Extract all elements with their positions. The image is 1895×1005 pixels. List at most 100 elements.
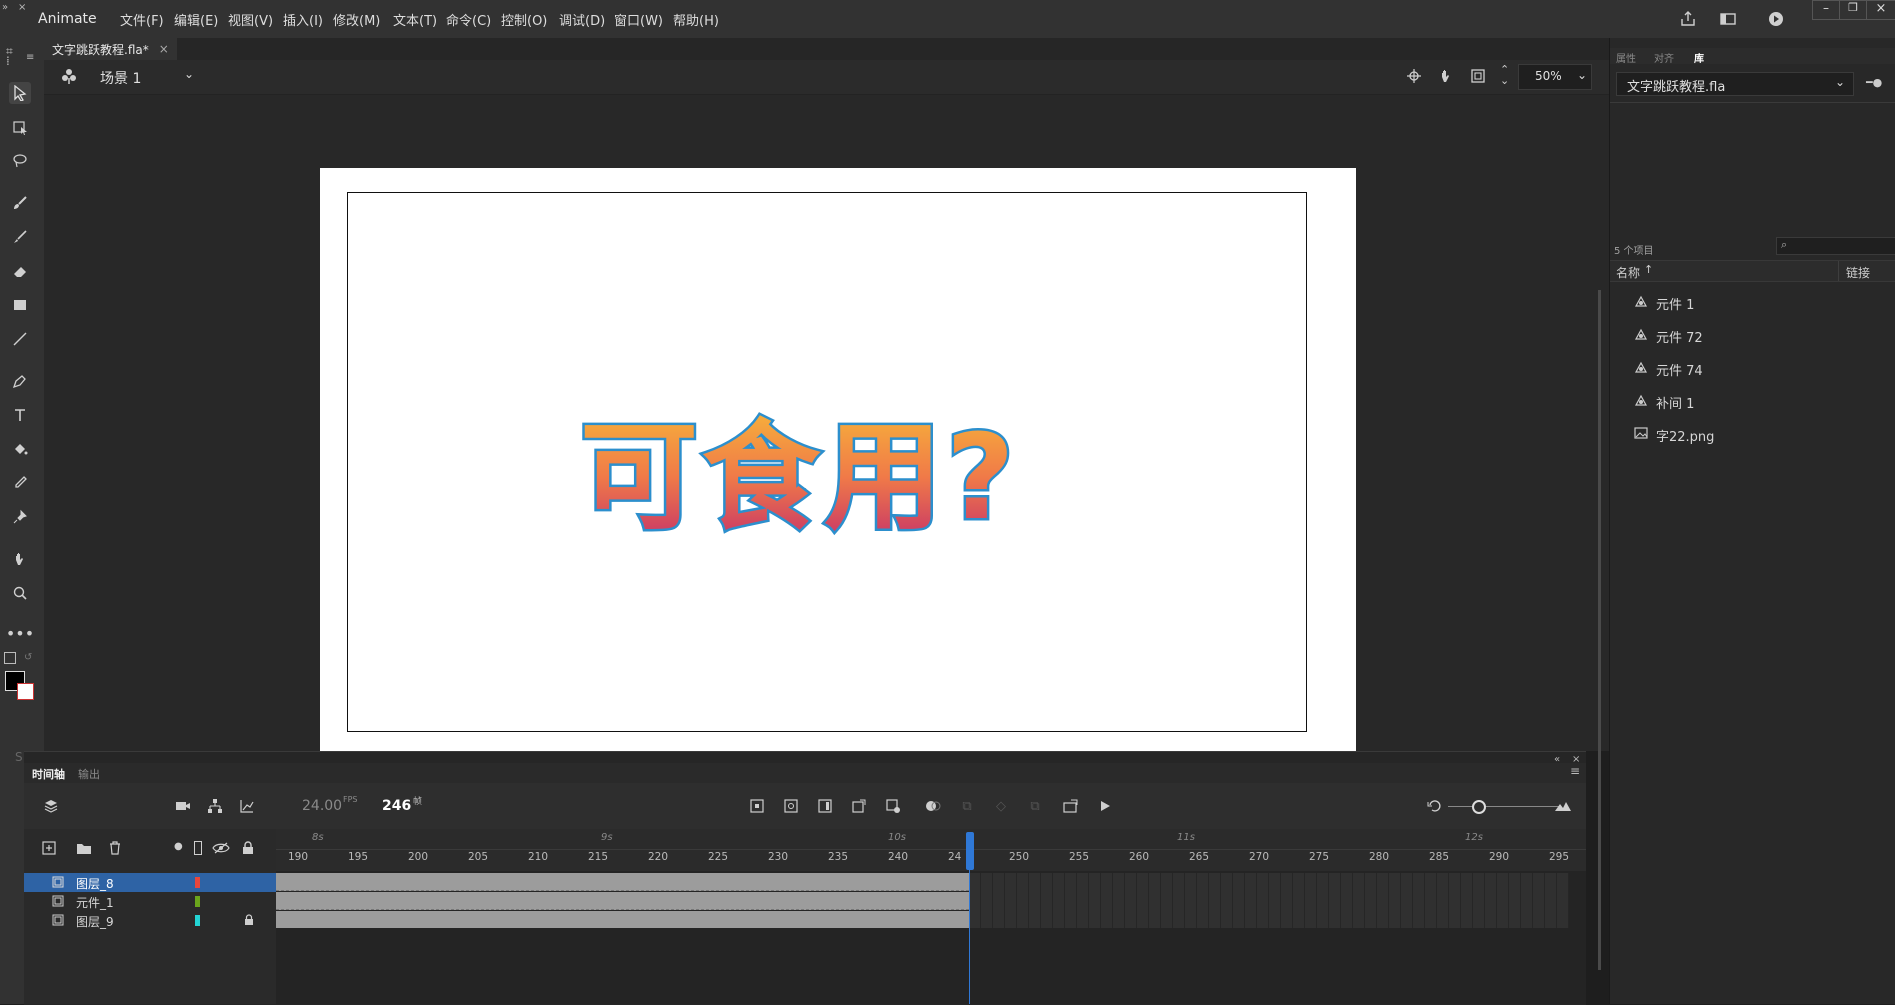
pin-tool-icon[interactable] — [9, 506, 31, 528]
minimize-icon[interactable]: – — [1812, 0, 1840, 20]
play-icon[interactable] — [1096, 797, 1114, 815]
current-frame[interactable]: 246 — [382, 798, 411, 814]
highlight-layer-icon[interactable]: ● — [174, 841, 183, 852]
insert-blank-keyframe-icon[interactable] — [782, 797, 800, 815]
snap-icon[interactable]: S — [15, 750, 23, 764]
text-tool-icon[interactable] — [9, 404, 31, 426]
free-transform-tool-icon[interactable] — [9, 116, 31, 138]
tab-align[interactable]: 对齐 — [1654, 50, 1674, 65]
menu-window[interactable]: 窗口(W) — [614, 10, 663, 29]
layer-name[interactable]: 图层_9 — [76, 913, 114, 930]
insert-keyframe-icon[interactable] — [748, 797, 766, 815]
rectangle-tool-icon[interactable] — [9, 294, 31, 316]
onion-skin-icon[interactable] — [924, 797, 942, 815]
menu-commands[interactable]: 命令(C) — [446, 10, 491, 29]
library-item[interactable]: 元件 74 — [1634, 359, 1703, 379]
insert-classic-tween-icon[interactable] — [850, 797, 868, 815]
layer-locked-icon[interactable] — [244, 914, 254, 929]
empty-frames[interactable] — [969, 873, 1569, 928]
layer-row[interactable]: 元件_1 — [24, 892, 276, 911]
tab-output[interactable]: 输出 — [78, 766, 100, 782]
collapse-icon[interactable]: » — [2, 2, 8, 13]
loop-icon[interactable] — [1062, 797, 1080, 815]
paint-brush-tool-icon[interactable] — [9, 192, 31, 214]
timeline-menu-icon[interactable]: ≡ — [1570, 764, 1580, 778]
fill-color-swatch[interactable] — [17, 683, 34, 700]
menu-debug[interactable]: 调试(D) — [559, 10, 605, 29]
pen-tool-icon[interactable] — [9, 370, 31, 392]
library-item[interactable]: 元件 72 — [1634, 326, 1703, 346]
library-item[interactable]: 字22.png — [1634, 425, 1714, 445]
clip-stage-icon[interactable] — [1470, 68, 1486, 87]
layers-icon[interactable] — [42, 797, 60, 815]
panel-menu-icon[interactable]: ≡ — [26, 52, 34, 63]
library-item[interactable]: 元件 1 — [1634, 293, 1694, 313]
new-layer-icon[interactable] — [42, 841, 56, 858]
outline-layer-icon[interactable] — [194, 841, 202, 855]
layer-color-swatch[interactable] — [195, 915, 200, 926]
library-file-select[interactable]: 文字跳跃教程.fla ⌄ — [1616, 72, 1854, 96]
close-panel-icon[interactable]: × — [18, 2, 26, 13]
menu-modify[interactable]: 修改(M) — [333, 10, 380, 29]
tab-library[interactable]: 库 — [1694, 50, 1704, 65]
layer-row[interactable]: 图层_9 — [24, 911, 276, 930]
restore-icon[interactable]: ❐ — [1839, 0, 1867, 20]
fps-value[interactable]: 24.00 — [302, 798, 342, 814]
share-icon[interactable] — [1678, 9, 1698, 29]
sort-ascending-icon[interactable]: ↑ — [1644, 263, 1653, 276]
camera-icon[interactable] — [174, 797, 192, 815]
menu-file[interactable]: 文件(F) — [120, 10, 164, 29]
test-movie-icon[interactable] — [1766, 9, 1786, 29]
line-tool-icon[interactable] — [9, 328, 31, 350]
menu-control[interactable]: 控制(O) — [501, 10, 547, 29]
column-name[interactable]: 名称 — [1616, 264, 1640, 281]
hide-layer-icon[interactable] — [212, 841, 230, 858]
menu-insert[interactable]: 插入(I) — [283, 10, 323, 29]
scene-label[interactable]: 场景 1 — [100, 68, 141, 88]
graph-icon[interactable] — [238, 797, 256, 815]
frame-span[interactable] — [276, 892, 969, 910]
close-tab-icon[interactable]: × — [159, 42, 169, 56]
workspace-icon[interactable] — [1718, 9, 1738, 29]
column-linkage[interactable]: 链接 — [1846, 264, 1870, 281]
reset-colors-icon[interactable]: ↺ — [24, 652, 32, 663]
library-file-dropdown-icon[interactable]: ⌄ — [1835, 75, 1845, 89]
brush-tool-icon[interactable] — [9, 226, 31, 248]
playhead-handle[interactable] — [966, 832, 974, 870]
layer-row[interactable]: 图层_8 — [24, 873, 276, 892]
pin-library-icon[interactable]: ━● — [1866, 76, 1882, 89]
frame-span[interactable] — [276, 911, 969, 929]
zoom-select[interactable]: 50% ⌄ — [1518, 64, 1592, 90]
new-folder-icon[interactable] — [76, 841, 92, 858]
edit-symbol-icon[interactable] — [60, 67, 78, 88]
zoom-stepper-icon[interactable]: ⌃ ⌄ — [1500, 64, 1509, 86]
frame-grid[interactable] — [276, 871, 1586, 1004]
edit-multiple-icon[interactable]: ◇ — [992, 797, 1010, 815]
rotate-stage-icon[interactable] — [1438, 68, 1454, 87]
layer-name[interactable]: 元件_1 — [76, 894, 114, 911]
delete-layer-icon[interactable] — [108, 841, 122, 858]
frame-span[interactable] — [276, 873, 969, 891]
frame-ruler[interactable]: 8s 9s 10s 11s 12s 190 195 200 205 210 21… — [276, 829, 1586, 871]
eyedropper-tool-icon[interactable] — [9, 472, 31, 494]
onion-outline-icon[interactable]: ⧉ — [958, 797, 976, 815]
swap-colors-icon[interactable] — [4, 652, 16, 664]
menu-text[interactable]: 文本(T) — [393, 10, 437, 29]
menu-edit[interactable]: 编辑(E) — [174, 10, 218, 29]
more-tools-icon[interactable]: ••• — [6, 622, 34, 644]
stage-text-graphic[interactable]: 可食用? — [578, 390, 1080, 549]
selection-tool-icon[interactable] — [9, 82, 31, 104]
frame-width-slider[interactable] — [1448, 806, 1560, 807]
mountains-icon[interactable] — [1554, 797, 1572, 815]
remove-tween-icon[interactable] — [884, 797, 902, 815]
drag-handle-icon[interactable]: ⁞ — [6, 54, 10, 68]
zoom-tool-icon[interactable] — [9, 582, 31, 604]
undo-view-icon[interactable] — [1426, 797, 1444, 815]
close-icon[interactable]: × — [1866, 0, 1895, 20]
paint-bucket-tool-icon[interactable] — [9, 438, 31, 460]
layer-name[interactable]: 图层_8 — [76, 875, 114, 892]
vertical-scrollbar[interactable] — [1598, 290, 1601, 970]
frame-width-slider-handle[interactable] — [1472, 800, 1486, 814]
lock-layer-icon[interactable] — [242, 841, 254, 858]
library-search-input[interactable]: ⌕ — [1776, 237, 1895, 255]
